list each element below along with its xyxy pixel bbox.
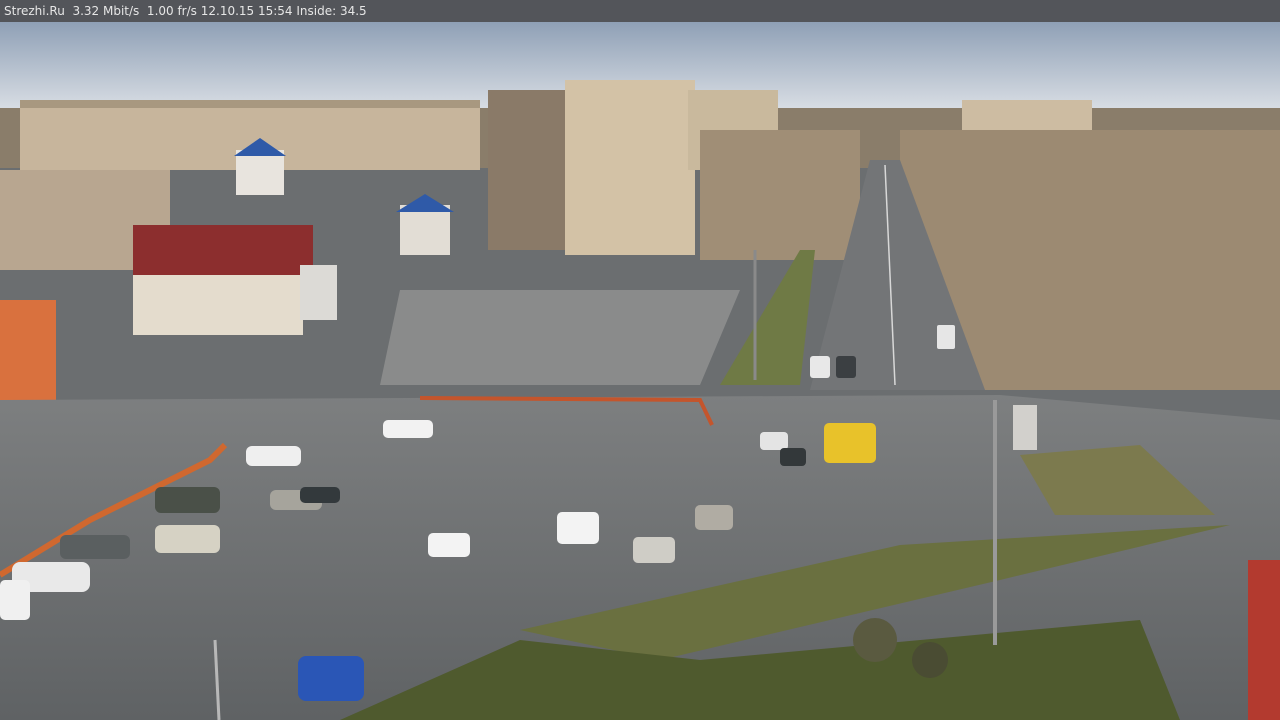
shrub	[853, 618, 897, 662]
blue-roof-tower	[236, 150, 284, 195]
red-roof-building	[133, 225, 313, 335]
blue-roof-house	[400, 205, 450, 255]
shop-sign-right	[1248, 560, 1280, 720]
distant-building-right	[962, 100, 1092, 135]
upper-plaza	[380, 290, 740, 385]
birch-forest-middle	[700, 130, 860, 260]
camera-osd-bar: Strezhi.Ru 3.32 Mbit/s 1.00 fr/s 12.10.1…	[0, 0, 1280, 22]
billboard	[300, 265, 337, 320]
city-square-scene	[0, 22, 1280, 720]
webcam-frame: Strezhi.Ru 3.32 Mbit/s 1.00 fr/s 12.10.1…	[0, 0, 1280, 720]
median-lawn	[720, 250, 815, 385]
camera-osd-text: Strezhi.Ru 3.32 Mbit/s 1.00 fr/s 12.10.1…	[4, 4, 367, 18]
monument	[1013, 405, 1037, 450]
